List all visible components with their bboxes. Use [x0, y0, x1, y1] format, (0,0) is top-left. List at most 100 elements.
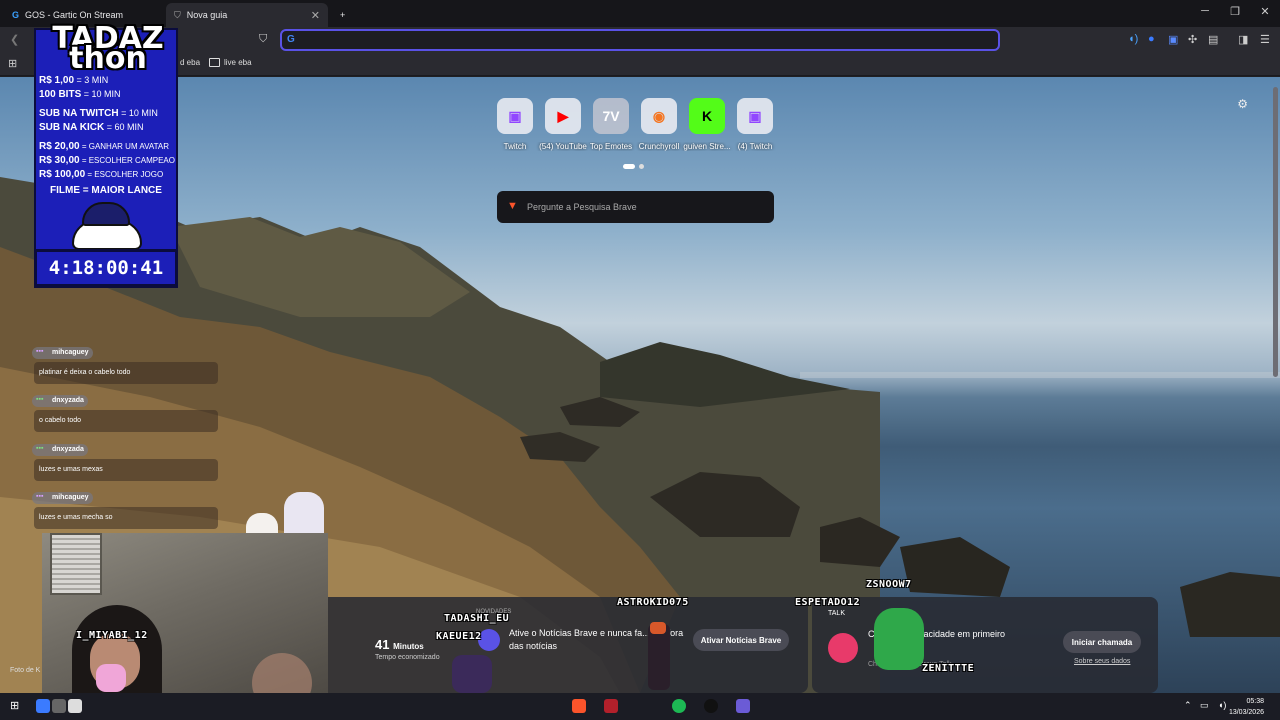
- chat-username: ▪▪▪ mihcaguey: [32, 492, 93, 504]
- rule-row: FILME = MAIOR LANCE: [50, 185, 162, 196]
- volume-icon[interactable]: ◖): [1218, 700, 1226, 710]
- wallet-icon[interactable]: ▤: [1208, 33, 1218, 46]
- toolbar: ❮ ⛉ G ◖) ● ▣ ✣ ▤ ◨ ☰: [0, 27, 1280, 54]
- tab-bar: G GOS - Gartic On Stream ⛉ Nova guia ✕ +…: [0, 0, 1280, 27]
- minimize-button[interactable]: ─: [1190, 5, 1220, 17]
- obs-taskbar-icon[interactable]: [604, 699, 618, 713]
- rule-row: R$ 20,00 = GANHAR UM AVATAR: [39, 141, 169, 152]
- twitch-icon: ▣: [737, 98, 773, 134]
- sprite-hair-icon: [650, 622, 666, 634]
- brave-taskbar-icon[interactable]: [572, 699, 586, 713]
- taskbar: ⊞ ⌃ ▭ ◖) 05:38 13/03/2026: [0, 693, 1280, 720]
- app-taskbar-icon[interactable]: [704, 699, 718, 713]
- rule-row: R$ 100,00 = ESCOLHER JOGO: [39, 169, 163, 180]
- hedgehog-sprite-icon: [452, 655, 492, 693]
- spotify-taskbar-icon[interactable]: [672, 699, 686, 713]
- google-icon: G: [287, 34, 295, 45]
- app-icon[interactable]: [68, 699, 82, 713]
- rule-key: R$ 20,00: [39, 141, 80, 152]
- translate-icon[interactable]: ▣: [1168, 33, 1178, 46]
- rule-value: = ESCOLHER CAMPEAO: [81, 156, 175, 165]
- badge-icons: ▪▪▪: [36, 348, 44, 355]
- chat-user: dnxyzada: [52, 397, 84, 404]
- system-clock[interactable]: 05:38 13/03/2026: [1229, 696, 1264, 718]
- bookmarks-bar: ⊞ d eba live eba: [0, 54, 1280, 76]
- app-taskbar-icon[interactable]: [736, 699, 750, 713]
- menu-icon[interactable]: ☰: [1260, 33, 1270, 46]
- avatar-name: ESPETADO12: [795, 597, 861, 608]
- bookmark-label: d eba: [180, 58, 201, 67]
- close-window-button[interactable]: ✕: [1250, 5, 1280, 18]
- scrollbar[interactable]: [1273, 87, 1278, 377]
- rule-row: SUB NA KICK = 60 MIN: [39, 122, 143, 133]
- bookmark-d-eba[interactable]: d eba: [180, 58, 200, 67]
- top-site-twitch-2[interactable]: ▣ (4) Twitch: [727, 98, 783, 151]
- chat-username: ▪▪▪ dnxyzada: [32, 444, 88, 456]
- badge-icons: ▪▪▪: [36, 445, 44, 452]
- settings-gear-icon[interactable]: ⚙: [1237, 97, 1248, 111]
- shield-favicon-icon: ⛉: [174, 9, 181, 20]
- badge-icons: ▪▪▪: [36, 396, 44, 403]
- clock-date: 13/03/2026: [1228, 709, 1264, 716]
- talk-tag: TALK: [828, 610, 845, 617]
- sidebar-icon[interactable]: ◨: [1238, 33, 1248, 46]
- restore-button[interactable]: ❐: [1220, 5, 1250, 18]
- bookmark-live-eba[interactable]: live eba: [209, 58, 252, 67]
- about-data-link[interactable]: Sobre seus dados: [1074, 658, 1130, 665]
- brave-search-box[interactable]: ▼ Pergunte a Pesquisa Brave: [497, 191, 774, 223]
- network-icon[interactable]: ▭: [1200, 700, 1209, 711]
- photo-credit[interactable]: Foto de K: [10, 667, 40, 674]
- mascot-hat-icon: [82, 202, 130, 226]
- subathon-timer: 4:18:00:41: [34, 249, 178, 287]
- extensions-icon[interactable]: ✣: [1188, 33, 1197, 46]
- enable-news-button[interactable]: Ativar Notícias Brave: [693, 629, 789, 651]
- webcam-feed: [42, 533, 328, 693]
- windows-start-icon[interactable]: ⊞: [10, 699, 19, 712]
- chat-user: dnxyzada: [52, 446, 84, 453]
- rule-row: R$ 1,00 = 3 MIN: [39, 75, 108, 86]
- address-bar[interactable]: G: [280, 29, 1000, 51]
- tab-label: GOS - Gartic On Stream: [25, 10, 124, 20]
- crunchyroll-icon: ◉: [641, 98, 677, 134]
- rule-row: 100 BITS = 10 MIN: [39, 89, 121, 100]
- chat-message: o cabelo todo: [34, 410, 218, 432]
- bookmark-icon[interactable]: ⛉: [259, 33, 267, 46]
- rule-value: = 60 MIN: [106, 122, 144, 132]
- back-icon[interactable]: ❮: [10, 33, 19, 46]
- avatar-name: KAEUE12: [436, 631, 482, 642]
- new-tab-button[interactable]: +: [332, 3, 352, 27]
- start-call-button[interactable]: Iniciar chamada: [1063, 631, 1141, 653]
- stat-unit: Minutos: [393, 642, 424, 651]
- close-tab-icon[interactable]: ✕: [311, 9, 320, 22]
- page-dot[interactable]: [639, 164, 644, 169]
- audio-icon[interactable]: ◖): [1128, 33, 1138, 45]
- rule-value: = MAIOR LANCE: [82, 185, 162, 196]
- rule-row: R$ 30,00 = ESCOLHER CAMPEAO: [39, 155, 175, 166]
- avatar-name: ZSNOOW7: [866, 579, 912, 590]
- folder-icon: [209, 58, 220, 67]
- rule-key: 100 BITS: [39, 89, 82, 100]
- kick-icon: K: [689, 98, 725, 134]
- tab-new-tab[interactable]: ⛉ Nova guia ✕: [166, 3, 328, 27]
- stat-minutes: 41 Minutos: [375, 637, 424, 652]
- app-icon[interactable]: [36, 699, 50, 713]
- rule-value: = 10 MIN: [121, 108, 158, 118]
- 7tv-icon: 7V: [593, 98, 629, 134]
- page-dot-active[interactable]: [623, 164, 635, 169]
- chat-username: ▪▪▪ mihcaguey: [32, 347, 93, 359]
- rule-key: SUB NA KICK: [39, 122, 105, 133]
- chat-username: ▪▪▪ dnxyzada: [32, 395, 88, 407]
- search-placeholder: Pergunte a Pesquisa Brave: [527, 202, 637, 212]
- app-icon[interactable]: [52, 699, 66, 713]
- extension-blue-icon[interactable]: ●: [1148, 33, 1155, 45]
- window-blinds: [50, 533, 102, 595]
- stat-value: 41: [375, 637, 390, 652]
- url-input[interactable]: [300, 33, 990, 47]
- plus-icon: +: [340, 10, 346, 20]
- stat-caption: Tempo economizado: [375, 654, 440, 661]
- tray-chevron-icon[interactable]: ⌃: [1184, 700, 1192, 711]
- rule-key: R$ 1,00: [39, 75, 75, 86]
- rule-key: SUB NA TWITCH: [39, 108, 119, 119]
- apps-grid-icon[interactable]: ⊞: [8, 57, 17, 70]
- bookmark-label: live eba: [224, 58, 252, 67]
